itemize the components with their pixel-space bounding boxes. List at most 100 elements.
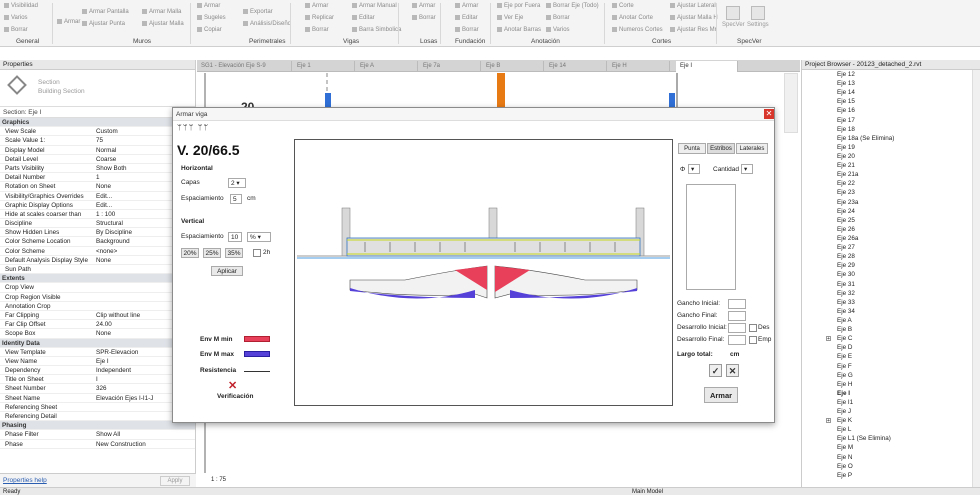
property-value[interactable]: None bbox=[96, 256, 111, 264]
browser-item[interactable]: Eje 28 bbox=[802, 252, 980, 261]
browser-item[interactable]: Eje G bbox=[802, 371, 980, 380]
browser-item[interactable]: Eje L bbox=[802, 425, 980, 434]
browser-scrollbar[interactable] bbox=[972, 70, 980, 487]
browser-item[interactable]: Eje 19 bbox=[802, 143, 980, 152]
property-value[interactable]: Show Both bbox=[96, 164, 126, 172]
browser-item[interactable]: + Eje C bbox=[802, 334, 980, 343]
tab-laterales[interactable]: Laterales bbox=[736, 143, 768, 154]
hook-field-checkbox[interactable] bbox=[749, 324, 757, 332]
browser-item[interactable]: Eje 12 bbox=[802, 70, 980, 79]
browser-item[interactable]: Eje 32 bbox=[802, 289, 980, 298]
hook-field-input[interactable] bbox=[728, 323, 746, 333]
property-row[interactable]: Sun Path bbox=[0, 265, 195, 275]
ribbon-tool-borrar[interactable]: Borrar bbox=[546, 14, 570, 22]
ribbon-tool-varios[interactable]: Varios bbox=[4, 14, 28, 22]
view-scale[interactable]: 1 : 75 bbox=[211, 477, 226, 483]
cantidad-select[interactable]: ▾ bbox=[741, 164, 753, 174]
property-row[interactable]: Default Analysis Display Style None bbox=[0, 256, 195, 265]
browser-item[interactable]: Eje 17 bbox=[802, 116, 980, 125]
hook-field-checkbox[interactable] bbox=[749, 336, 757, 344]
property-row[interactable]: Hide at scales coarser than 1 : 100 bbox=[0, 210, 195, 220]
ribbon-tool-sugeles[interactable]: Sugeles bbox=[197, 14, 226, 22]
property-row[interactable]: Referencing Detail bbox=[0, 412, 195, 422]
rebar-list[interactable] bbox=[686, 184, 736, 290]
browser-item[interactable]: Eje 29 bbox=[802, 261, 980, 270]
ribbon-tool-ver-eje[interactable]: Ver Eje bbox=[497, 14, 523, 22]
browser-item[interactable]: Eje B bbox=[802, 325, 980, 334]
property-value[interactable]: 1 : 100 bbox=[96, 210, 115, 218]
property-row[interactable]: Discipline Structural bbox=[0, 219, 195, 229]
property-group-header[interactable]: Identity Data bbox=[0, 338, 195, 348]
browser-item[interactable]: Eje 25 bbox=[802, 216, 980, 225]
ribbon-tool-replicar[interactable]: Replicar bbox=[305, 14, 334, 22]
espaciamiento-input[interactable]: 5 bbox=[230, 194, 242, 204]
ribbon-tool-eje-por-fuera[interactable]: Eje por Fuera bbox=[497, 2, 540, 10]
view-tab[interactable]: Eje 7a bbox=[419, 61, 481, 72]
navigation-bar[interactable] bbox=[784, 73, 798, 133]
property-row[interactable]: Phase Filter Show All bbox=[0, 430, 195, 440]
browser-item[interactable]: Eje O bbox=[802, 462, 980, 471]
aplicar-button[interactable]: Aplicar bbox=[211, 266, 243, 276]
2h-checkbox[interactable] bbox=[253, 249, 261, 257]
ribbon-tool-armar-pantalla[interactable]: Armar Pantalla bbox=[82, 8, 129, 16]
view-tab[interactable]: Eje 14 bbox=[545, 61, 607, 72]
ribbon-tool-editar[interactable]: Editar bbox=[352, 14, 375, 22]
browser-item[interactable]: Eje 14 bbox=[802, 88, 980, 97]
property-group-header[interactable]: Extents bbox=[0, 274, 195, 284]
property-value[interactable]: New Construction bbox=[96, 440, 146, 448]
browser-item[interactable]: Eje N bbox=[802, 453, 980, 462]
ribbon-tool-exportar[interactable]: Exportar bbox=[243, 8, 273, 16]
browser-item[interactable]: Eje 33 bbox=[802, 298, 980, 307]
property-row[interactable]: Referencing Sheet bbox=[0, 403, 195, 412]
property-row[interactable]: Title on Sheet I bbox=[0, 375, 195, 385]
browser-item[interactable]: Eje I bbox=[802, 389, 980, 398]
property-row[interactable]: Sheet Name Elevación Ejes I-I1-J bbox=[0, 394, 195, 403]
property-row[interactable]: View Name Eje I bbox=[0, 357, 195, 367]
ribbon-tool-armar[interactable]: Armar bbox=[197, 2, 220, 10]
ribbon-tool-an-lisis-dise-o[interactable]: Análisis/Diseño bbox=[243, 20, 291, 28]
cancel-button[interactable]: ✕ bbox=[726, 364, 739, 377]
ribbon-tool-anotar-corte[interactable]: Anotar Corte bbox=[612, 14, 653, 22]
capas-select[interactable]: 2 ▾ bbox=[228, 178, 246, 188]
ribbon-tool-visibilidad[interactable]: Visibilidad bbox=[4, 2, 38, 10]
view-tab[interactable]: Eje I bbox=[676, 61, 738, 72]
browser-item[interactable]: Eje L1 (Se Elimina) bbox=[802, 434, 980, 443]
ribbon-tool-ajustar-malla-h[interactable]: Ajustar Malla H bbox=[670, 14, 718, 22]
type-selector[interactable]: Section Building Section bbox=[0, 70, 195, 107]
apply-button[interactable]: Apply bbox=[160, 476, 190, 486]
property-row[interactable]: Annotation Crop bbox=[0, 302, 195, 311]
property-row[interactable]: View Template SPR-Elevacion bbox=[0, 348, 195, 357]
unit-select[interactable]: % ▾ bbox=[247, 232, 271, 242]
ribbon-tool-borrar[interactable]: Borrar bbox=[412, 14, 436, 22]
browser-item[interactable]: Eje 31 bbox=[802, 280, 980, 289]
view-tab[interactable]: SG1 - Elevación Eje S-9 bbox=[197, 61, 292, 72]
accept-button[interactable]: ✓ bbox=[709, 364, 722, 377]
property-value[interactable]: Custom bbox=[96, 127, 118, 135]
ribbon-tool-borrar[interactable]: Borrar bbox=[4, 26, 28, 34]
hook-field-input[interactable] bbox=[728, 335, 746, 345]
property-value[interactable]: None bbox=[96, 329, 111, 337]
property-value[interactable]: I bbox=[96, 375, 98, 383]
property-value[interactable]: SPR-Elevacion bbox=[96, 348, 138, 356]
phi-select[interactable]: ▾ bbox=[688, 164, 700, 174]
browser-item[interactable]: Eje 23 bbox=[802, 188, 980, 197]
ribbon-tool-borrar[interactable]: Borrar bbox=[305, 26, 329, 34]
property-value[interactable]: Edit... bbox=[96, 192, 112, 200]
property-row[interactable]: View Scale Custom bbox=[0, 127, 195, 137]
ribbon-tool-ajustar-punta[interactable]: Ajustar Punta bbox=[82, 20, 125, 28]
ribbon-tool-varios[interactable]: Varios bbox=[546, 26, 570, 34]
ribbon-tool-editar[interactable]: Editar bbox=[455, 14, 478, 22]
browser-item[interactable]: Eje 23a bbox=[802, 198, 980, 207]
ribbon-tool-armar-malla[interactable]: Armar Malla bbox=[142, 8, 181, 16]
hook-field-input[interactable] bbox=[728, 299, 746, 309]
expand-icon[interactable]: + bbox=[826, 418, 831, 424]
tab-estribos[interactable]: Estribos bbox=[707, 143, 735, 154]
property-row[interactable]: Far Clipping Clip without line bbox=[0, 311, 195, 321]
ribbon-button-specver[interactable]: SpecVer bbox=[722, 6, 745, 28]
ribbon-tool-anotar-barras[interactable]: Anotar Barras bbox=[497, 26, 541, 34]
property-row[interactable]: Dependency Independent bbox=[0, 366, 195, 376]
browser-item[interactable]: Eje M bbox=[802, 443, 980, 452]
property-row[interactable]: Crop Region Visible bbox=[0, 293, 195, 302]
property-value[interactable]: Show All bbox=[96, 430, 120, 438]
property-value[interactable]: Independent bbox=[96, 366, 131, 374]
